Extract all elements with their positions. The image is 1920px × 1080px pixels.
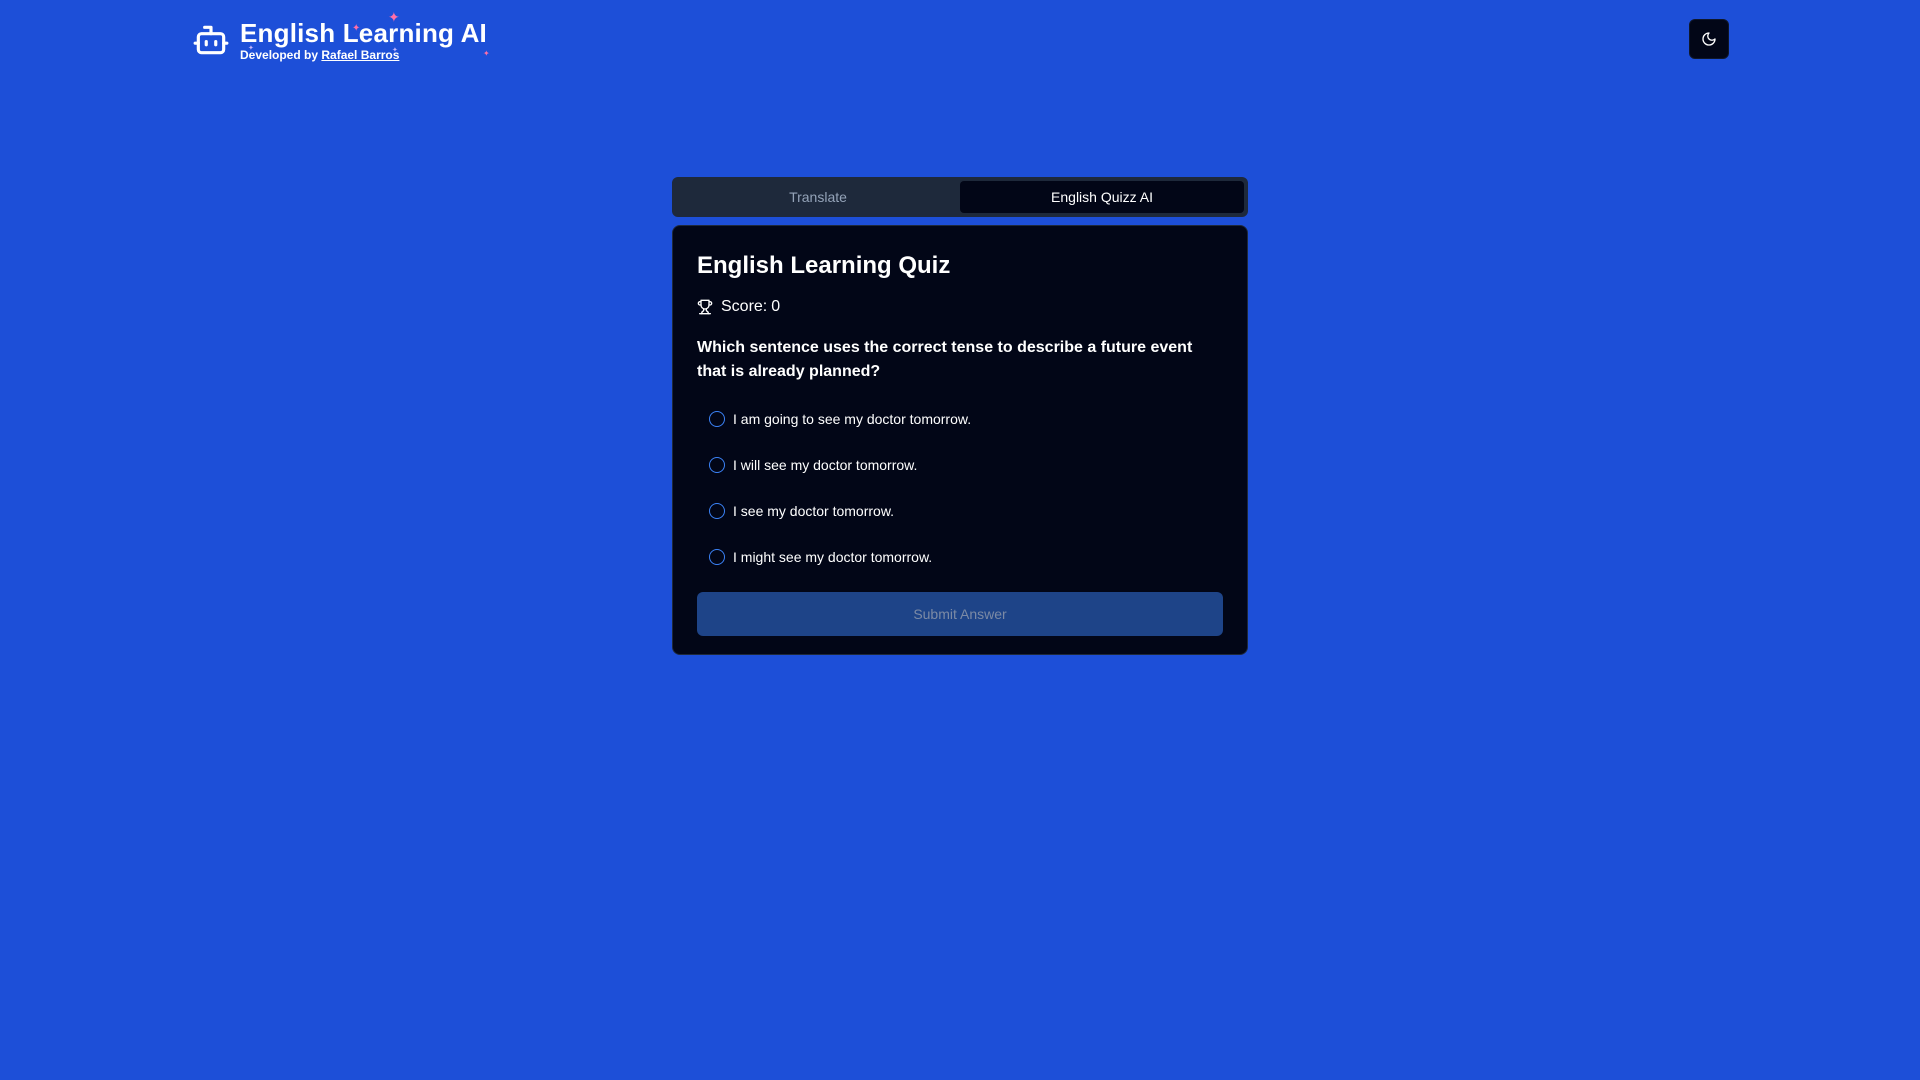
option-label: I am going to see my doctor tomorrow. xyxy=(733,411,972,427)
tab-english-quizz-ai[interactable]: English Quizz AI xyxy=(960,181,1244,213)
radio-button[interactable] xyxy=(709,549,725,565)
answer-option[interactable]: I will see my doctor tomorrow. xyxy=(709,442,1223,488)
theme-toggle-button[interactable] xyxy=(1689,19,1729,59)
author-link[interactable]: Rafael Barros xyxy=(321,48,399,62)
option-label: I see my doctor tomorrow. xyxy=(733,503,895,519)
answer-option[interactable]: I see my doctor tomorrow. xyxy=(709,488,1223,534)
option-label: I might see my doctor tomorrow. xyxy=(733,549,933,565)
quiz-card: English Learning Quiz Score: 0 Which sen… xyxy=(672,225,1248,655)
quiz-title: English Learning Quiz xyxy=(697,252,951,279)
tab-translate[interactable]: Translate xyxy=(676,181,960,213)
brand: English Learning AI Developed by Rafael … xyxy=(192,10,490,62)
brand-text: English Learning AI Developed by Rafael … xyxy=(240,10,490,62)
sparkle-decoration: ✦ xyxy=(388,9,400,25)
radio-button[interactable] xyxy=(709,411,725,427)
moon-icon xyxy=(1702,32,1716,46)
app-subtitle: Developed by Rafael Barros xyxy=(240,48,487,62)
answer-option[interactable]: I am going to see my doctor tomorrow. xyxy=(709,396,1223,442)
sparkle-decoration: ✦ xyxy=(248,45,254,52)
sparkle-decoration: ✦ xyxy=(483,49,490,58)
radio-button[interactable] xyxy=(709,457,725,473)
trophy-icon xyxy=(697,299,713,315)
app-title: English Learning AI xyxy=(240,18,487,48)
question-text: Which sentence uses the correct tense to… xyxy=(697,339,1193,380)
sparkle-decoration: ✦ xyxy=(352,23,361,34)
score-display: Score: 0 xyxy=(697,298,1223,316)
submit-answer-button[interactable]: Submit Answer xyxy=(697,592,1223,636)
tab-list: Translate English Quizz AI xyxy=(672,177,1248,217)
score-value: 0 xyxy=(771,298,781,315)
score-label: Score: xyxy=(721,298,768,315)
bot-icon xyxy=(193,25,229,55)
answer-options: I am going to see my doctor tomorrow. I … xyxy=(697,396,1223,580)
app-header: English Learning AI Developed by Rafael … xyxy=(0,0,1920,80)
option-label: I will see my doctor tomorrow. xyxy=(733,457,918,473)
radio-button[interactable] xyxy=(709,503,725,519)
answer-option[interactable]: I might see my doctor tomorrow. xyxy=(709,534,1223,580)
sparkle-decoration: ✦ xyxy=(392,47,398,54)
